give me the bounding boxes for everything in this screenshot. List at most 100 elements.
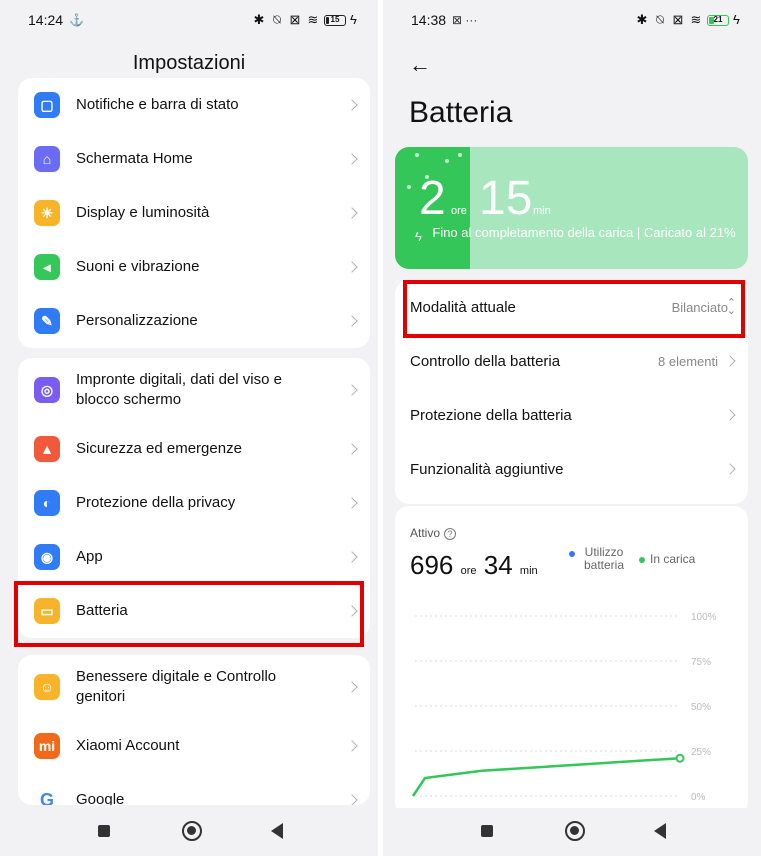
anchor-icon: ⚓ <box>69 13 84 27</box>
bubble <box>458 153 462 157</box>
battery-protection-row[interactable]: Protezione della batteria <box>395 388 748 442</box>
nfc-icon: ⊠ <box>289 12 301 27</box>
settings-row[interactable]: mi Xiaomi Account <box>18 719 370 773</box>
settings-row[interactable]: G Google <box>18 773 370 805</box>
settings-row[interactable]: ◂ Suoni e vibrazione <box>18 240 370 294</box>
setting-icon: G <box>34 787 60 805</box>
y-tick-label: 0% <box>691 792 706 801</box>
activity-card: Attivo? 696 ore 34 min Utilizzo batteria… <box>395 506 748 816</box>
setting-label: Xiaomi Account <box>76 737 180 754</box>
charge-status-text: Fino al completamento della carica | Car… <box>432 225 736 240</box>
charging-card: 2 ore 15 min ϟ Fino al completamento del… <box>395 147 748 269</box>
bubble <box>407 185 411 189</box>
settings-row[interactable]: ◉ App <box>18 530 370 584</box>
chevron-right-icon <box>346 497 358 509</box>
settings-row[interactable]: ✎ Personalizzazione <box>18 294 370 348</box>
y-tick-label: 25% <box>691 747 711 758</box>
setting-icon: ☺ <box>34 674 60 700</box>
status-bar: 14:38 ⊠ ··· ✱ ⍉ ⊠ ≋ 21 ϟ <box>383 0 761 40</box>
chevron-right-icon <box>346 315 358 327</box>
mute-icon: ⍉ <box>273 12 281 27</box>
settings-group-1: ▢ Notifiche e barra di stato ⌂ Schermata Ho… <box>18 78 370 348</box>
chevron-right-icon <box>346 443 358 455</box>
nav-bar <box>383 808 761 856</box>
chevron-right-icon <box>346 384 358 396</box>
y-tick-label: 75% <box>691 657 711 668</box>
chevron-right-icon <box>346 551 358 563</box>
status-time: 14:24 <box>28 12 64 28</box>
setting-icon: ▲ <box>34 436 60 462</box>
y-tick-label: 100% <box>691 612 717 623</box>
battery-check-value: 8 elementi <box>658 353 718 369</box>
page-title: Batteria <box>409 96 513 129</box>
last-point <box>675 753 685 763</box>
battery-screen: 14:38 ⊠ ··· ✱ ⍉ ⊠ ≋ 21 ϟ ← Batteria 2 or… <box>383 0 761 856</box>
back-arrow-icon[interactable]: ← <box>409 52 431 78</box>
charging-icon: ϟ <box>350 12 357 27</box>
chevron-right-icon <box>724 409 736 421</box>
extra-features-row[interactable]: Funzionalità aggiuntive <box>395 442 748 496</box>
y-tick-label: 50% <box>691 702 711 713</box>
home-button[interactable] <box>182 821 202 841</box>
battery-check-row[interactable]: Controllo della batteria 8 elementi <box>395 334 748 388</box>
battery-icon: 21 <box>707 14 729 26</box>
charging-icon: ϟ <box>733 12 740 27</box>
setting-label: Benessere digitale e Controllo genitori <box>76 668 277 705</box>
bubble <box>445 159 449 163</box>
wifi-icon: ≋ <box>690 12 702 27</box>
notification-icons: ⊠ ··· <box>452 13 478 27</box>
activity-total: 696 ore 34 min <box>410 550 538 580</box>
setting-icon: ✎ <box>34 308 60 334</box>
settings-row[interactable]: ▲ Sicurezza ed emergenze <box>18 422 370 476</box>
extra-features-label: Funzionalità aggiuntive <box>410 460 564 478</box>
status-bar: 14:24 ⚓ ✱ ⍉ ⊠ ≋ 15 ϟ <box>0 0 378 40</box>
settings-row[interactable]: ◐ Protezione della privacy <box>18 476 370 530</box>
mute-icon: ⍉ <box>656 12 664 27</box>
help-icon[interactable]: ? <box>444 528 457 540</box>
chevron-right-icon <box>346 153 358 165</box>
settings-row[interactable]: ▢ Notifiche e barra di stato <box>18 78 370 132</box>
settings-row[interactable]: ☺ Benessere digitale e Controllo genitori <box>18 655 370 719</box>
bolt-icon: ϟ <box>415 229 422 244</box>
setting-label: Protezione della privacy <box>76 494 236 511</box>
highlight-mode <box>403 280 745 338</box>
setting-label: Impronte digitali, dati del viso e blocc… <box>76 371 282 408</box>
recents-button[interactable] <box>98 825 110 837</box>
setting-label: Schermata Home <box>76 150 193 167</box>
setting-icon: ☀ <box>34 200 60 226</box>
setting-label: App <box>76 548 103 565</box>
nav-bar <box>0 808 378 856</box>
status-icons: ✱ ⍉ ⊠ ≋ 15 ϟ <box>252 12 357 27</box>
settings-row[interactable]: ◎ Impronte digitali, dati del viso e bloc… <box>18 358 370 422</box>
setting-icon: ◉ <box>34 544 60 570</box>
setting-icon: ▢ <box>34 92 60 118</box>
nfc-icon: ⊠ <box>672 12 684 27</box>
settings-row[interactable]: ☀ Display e luminosità <box>18 186 370 240</box>
setting-icon: ⌂ <box>34 146 60 172</box>
settings-screen: 14:24 ⚓ ✱ ⍉ ⊠ ≋ 15 ϟ Impostazioni ▢ Notif… <box>0 0 378 856</box>
back-button[interactable] <box>654 823 666 839</box>
recents-button[interactable] <box>481 825 493 837</box>
charge-hours: 2 <box>419 172 446 225</box>
setting-label: Display e luminosità <box>76 204 210 221</box>
settings-row[interactable]: ⌂ Schermata Home <box>18 132 370 186</box>
chevron-right-icon <box>346 207 358 219</box>
setting-label: Suoni e vibrazione <box>76 258 200 275</box>
bluetooth-icon: ✱ <box>253 12 265 27</box>
chevron-right-icon <box>346 261 358 273</box>
back-button[interactable] <box>271 823 283 839</box>
legend-usage: Utilizzo batteria <box>569 546 628 572</box>
chevron-right-icon <box>724 355 736 367</box>
page-title: Impostazioni <box>132 52 246 74</box>
charge-minutes-unit: min <box>533 205 551 217</box>
settings-group-3: ☺ Benessere digitale e Controllo genitori… <box>18 655 370 805</box>
home-button[interactable] <box>565 821 585 841</box>
activity-chart: 100% 75% 50% 25% 0% <box>411 612 717 801</box>
legend-charging: In carica <box>639 553 695 566</box>
setting-icon: ◎ <box>34 377 60 403</box>
setting-label: Notifiche e barra di stato <box>76 96 239 113</box>
activity-label: Attivo? <box>410 526 457 540</box>
status-icons: ✱ ⍉ ⊠ ≋ 21 ϟ <box>635 12 740 27</box>
wifi-icon: ≋ <box>307 12 319 27</box>
highlight-batteria <box>14 581 364 647</box>
